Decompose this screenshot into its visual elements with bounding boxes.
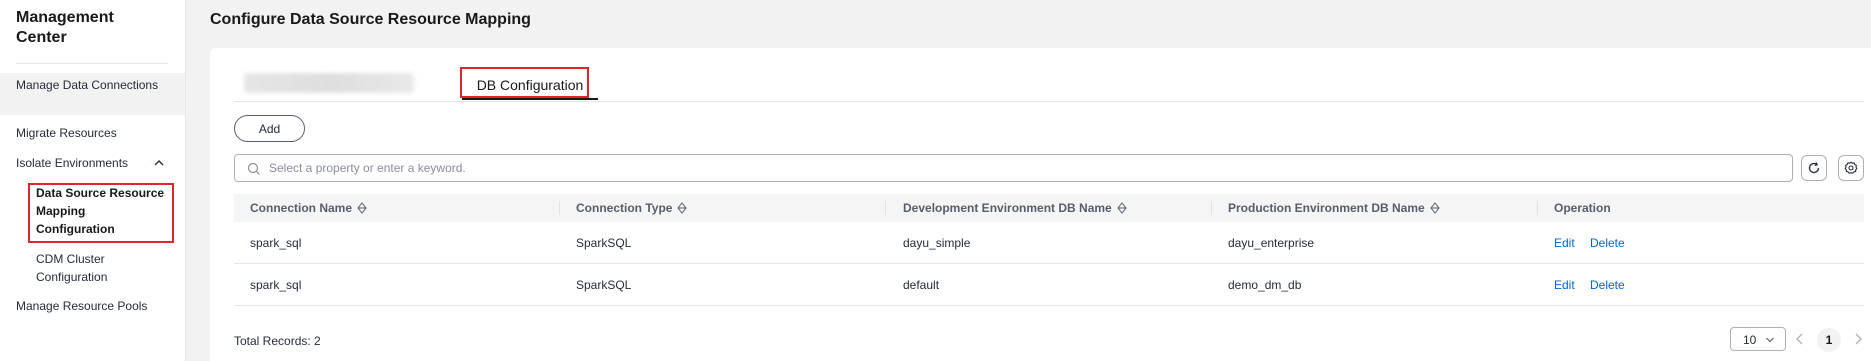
delete-link[interactable]: Delete	[1590, 222, 1625, 264]
column-header-connection-name[interactable]: Connection Name	[250, 194, 367, 222]
refresh-icon	[1808, 162, 1820, 174]
cell-connection-name: spark_sql	[250, 278, 302, 292]
column-header-dev-db-name[interactable]: Development Environment DB Name	[903, 194, 1127, 222]
sidebar: Management Center Manage Data Connection…	[0, 0, 186, 361]
page-number-current[interactable]: 1	[1817, 328, 1841, 352]
search-bar[interactable]	[234, 154, 1793, 182]
sidebar-item-migrate-resources[interactable]: Migrate Resources	[16, 124, 117, 142]
chevron-up-icon[interactable]	[152, 156, 166, 170]
sidebar-item-manage-resource-pools[interactable]: Manage Resource Pools	[16, 297, 147, 315]
sidebar-divider	[16, 63, 168, 64]
page-size-select[interactable]: 10	[1730, 327, 1786, 351]
column-separator	[559, 201, 560, 215]
column-separator	[1211, 201, 1212, 215]
table-row: spark_sql SparkSQL default demo_dm_db Ed…	[234, 264, 1864, 306]
tab-active-underline	[462, 98, 598, 100]
column-header-operation: Operation	[1554, 201, 1611, 215]
sort-icon[interactable]	[1117, 202, 1127, 214]
chevron-right-icon[interactable]	[1852, 332, 1864, 346]
cell-prod-db-name: dayu_enterprise	[1228, 236, 1315, 250]
cell-prod-db-name: demo_dm_db	[1228, 278, 1302, 292]
cell-connection-name: spark_sql	[250, 236, 302, 250]
search-icon	[247, 162, 260, 175]
page-size-value: 10	[1743, 333, 1757, 347]
sort-icon[interactable]	[677, 202, 688, 214]
column-separator	[885, 201, 886, 215]
settings-button[interactable]	[1838, 155, 1864, 181]
edit-link[interactable]: Edit	[1554, 264, 1575, 306]
search-input[interactable]	[269, 158, 1769, 178]
refresh-button[interactable]	[1801, 155, 1827, 181]
cell-connection-type: SparkSQL	[576, 236, 632, 250]
add-button[interactable]: Add	[234, 115, 305, 142]
cell-dev-db-name: dayu_simple	[903, 236, 971, 250]
sidebar-item-isolate-environments[interactable]: Isolate Environments	[16, 154, 128, 172]
chevron-left-icon[interactable]	[1794, 332, 1806, 346]
cell-connection-type: SparkSQL	[576, 278, 632, 292]
table-header: Connection Name Connection Type Developm…	[234, 194, 1864, 222]
sidebar-item-cdm-cluster-configuration[interactable]: CDM Cluster Configuration	[36, 250, 166, 286]
edit-link[interactable]: Edit	[1554, 222, 1575, 264]
cell-dev-db-name: default	[903, 278, 940, 292]
column-separator	[1537, 201, 1538, 215]
tab-blurred[interactable]	[244, 73, 414, 93]
table-row: spark_sql SparkSQL dayu_simple dayu_ente…	[234, 222, 1864, 264]
page-title: Configure Data Source Resource Mapping	[210, 11, 531, 28]
sort-icon[interactable]	[1430, 202, 1440, 214]
sidebar-title: Management Center	[16, 9, 114, 46]
column-header-connection-type[interactable]: Connection Type	[576, 194, 688, 222]
column-header-prod-db-name[interactable]: Production Environment DB Name	[1228, 194, 1440, 222]
settings-icon	[1844, 161, 1858, 174]
highlight-box-tab	[460, 67, 589, 98]
tab-divider	[234, 101, 1864, 102]
highlight-box-sidebar	[28, 183, 174, 243]
total-records: Total Records: 2	[234, 334, 321, 348]
sort-icon[interactable]	[357, 202, 367, 214]
chevron-down-icon	[1766, 337, 1774, 343]
sidebar-item-manage-data-connections[interactable]: Manage Data Connections	[0, 73, 185, 115]
delete-link[interactable]: Delete	[1590, 264, 1625, 306]
